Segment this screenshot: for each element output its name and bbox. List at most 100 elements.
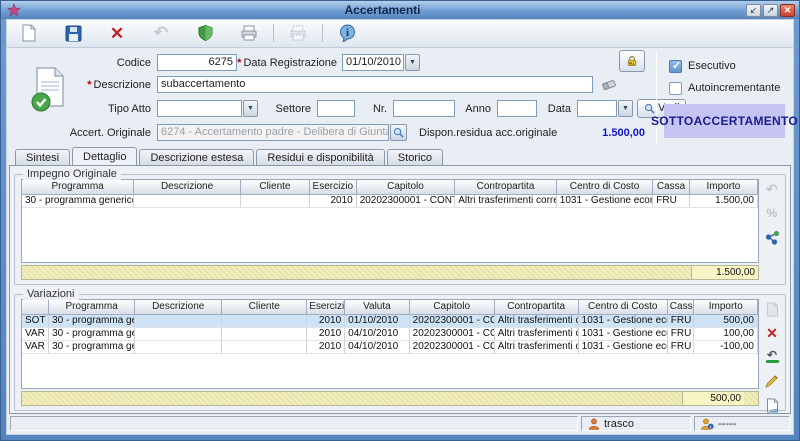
user-icon (588, 418, 600, 430)
tipo-atto-select[interactable] (157, 100, 242, 117)
variazioni-group: Variazioni Programma DescrizioneCliente … (14, 294, 786, 411)
svg-text:i: i (345, 27, 348, 39)
status-session-panel: i ----- (694, 416, 790, 431)
variazioni-table-header[interactable]: Programma DescrizioneCliente EsercizioVa… (22, 300, 758, 314)
dispon-residua-label: Dispon.residua acc.originale (419, 127, 579, 139)
anno-label: Anno (459, 103, 491, 115)
impegno-total-row: 1.500,00 (21, 265, 759, 280)
undo-icon[interactable]: ↶ (151, 23, 171, 43)
required-marker: * (237, 57, 241, 69)
save-icon[interactable] (63, 23, 83, 43)
magnifier-icon (393, 127, 404, 138)
status-user: trasco (604, 418, 634, 430)
lock-all-button[interactable]: ALL (619, 50, 645, 72)
tab-descrizione-estesa[interactable]: Descrizione estesa (139, 149, 254, 165)
accert-originale-search-button[interactable] (390, 124, 407, 141)
settore-input[interactable] (317, 100, 355, 117)
tab-dettaglio[interactable]: Dettaglio (72, 147, 137, 165)
codice-label: Codice (67, 57, 151, 69)
new-document-icon[interactable] (19, 23, 39, 43)
info-icon[interactable]: i (337, 23, 357, 43)
lock-all-badge: ALL (629, 61, 635, 65)
status-user-panel: trasco (581, 416, 691, 431)
variazioni-total-row: 500,00 (21, 391, 759, 406)
esecutivo-checkbox[interactable] (669, 60, 682, 73)
esecutivo-row: Esecutivo (669, 60, 736, 73)
autoincrementante-label: Autoincrementante (688, 82, 780, 94)
undo-rows-icon[interactable]: ↶ (764, 181, 780, 197)
new-variation-icon[interactable] (764, 301, 780, 317)
window-title: Accertamenti (21, 3, 744, 17)
table-row[interactable]: SOT30 - programma generico 201001/10/201… (22, 314, 758, 327)
impegno-total-importo: 1.500,00 (691, 266, 758, 279)
restore-icon[interactable]: ↶ (764, 349, 780, 365)
data-label: Data (543, 103, 571, 115)
security-shield-icon[interactable] (195, 23, 215, 43)
esecutivo-label: Esecutivo (688, 60, 736, 72)
duplicate-icon[interactable] (764, 397, 780, 413)
variazioni-table[interactable]: Programma DescrizioneCliente EsercizioVa… (21, 299, 759, 389)
data-registrazione-label: *Data Registrazione (212, 57, 337, 69)
titlebar[interactable]: Accertamenti ↙ ↗ ✕ (1, 1, 799, 19)
delete-variation-icon[interactable]: ✕ (764, 325, 780, 341)
variazioni-title: Variazioni (23, 288, 79, 300)
hierarchy-link-icon[interactable] (764, 229, 780, 245)
nr-label: Nr. (365, 103, 387, 115)
impegno-side-toolbar: ↶ % (762, 181, 782, 245)
settore-label: Settore (269, 103, 311, 115)
svg-text:i: i (710, 424, 711, 429)
table-row[interactable]: VAR30 - programma generico 201004/10/201… (22, 327, 758, 340)
header-form: Codice 6275 *Data Registrazione 01/10/20… (7, 48, 793, 147)
toolbar-separator (322, 24, 323, 42)
print-preview-icon[interactable] (288, 23, 308, 43)
tipo-atto-dropdown[interactable]: ▼ (243, 100, 258, 117)
window-body: ✕ ↶ i (6, 19, 794, 435)
tab-residui-disponibilita[interactable]: Residui e disponibilità (256, 149, 384, 165)
impegno-table[interactable]: ProgrammaDescrizione ClienteEsercizio Ca… (21, 179, 759, 263)
autoincrementante-checkbox[interactable] (669, 82, 682, 95)
delete-icon[interactable]: ✕ (107, 23, 127, 43)
dettaglio-panel: Impegno Originale ProgrammaDescrizione C… (9, 165, 791, 414)
toolbar: ✕ ↶ i (7, 20, 793, 48)
variazioni-side-toolbar: ✕ ↶ (762, 301, 782, 413)
data-input[interactable] (577, 100, 617, 117)
data-registrazione-dropdown[interactable]: ▼ (405, 54, 420, 71)
impegno-originale-title: Impegno Originale (23, 168, 121, 180)
sottoaccertamento-badge: SOTTOACCERTAMENTO (664, 104, 785, 138)
accert-originale-label: Accert. Originale (27, 127, 151, 139)
app-icon (7, 3, 21, 17)
user-info-icon: i (701, 418, 714, 430)
app-window: Accertamenti ↙ ↗ ✕ ✕ ↶ (0, 0, 800, 441)
nr-input[interactable] (393, 100, 455, 117)
autoincrementante-row: Autoincrementante (669, 82, 780, 95)
accert-originale-input[interactable]: 6274 - Accertamento padre - Delibera di … (157, 124, 389, 141)
impegno-originale-group: Impegno Originale ProgrammaDescrizione C… (14, 174, 786, 285)
close-button[interactable]: ✕ (780, 4, 795, 17)
data-registrazione-input[interactable]: 01/10/2010 (342, 54, 404, 71)
tipo-atto-label: Tipo Atto (67, 103, 151, 115)
tab-storico[interactable]: Storico (387, 149, 443, 165)
minimize-button[interactable]: ↙ (746, 4, 761, 17)
variazioni-total-importo: 500,00 (682, 392, 744, 405)
status-message-panel (10, 416, 578, 431)
descrizione-label: *Descrizione (67, 79, 151, 91)
document-check-icon (29, 66, 69, 117)
anno-input[interactable] (497, 100, 537, 117)
magnifier-icon (644, 103, 655, 114)
eraser-icon[interactable] (599, 75, 619, 95)
form-separator (656, 52, 657, 145)
percent-icon[interactable]: % (764, 205, 780, 221)
tab-sintesi[interactable]: Sintesi (15, 149, 70, 165)
table-row[interactable]: 30 - programma generico 2010 20202300001… (22, 194, 758, 207)
table-row[interactable]: VAR30 - programma generico 201004/10/201… (22, 340, 758, 353)
tabstrip: Sintesi Dettaglio Descrizione estesa Res… (7, 147, 793, 165)
maximize-button[interactable]: ↗ (763, 4, 778, 17)
impegno-table-header[interactable]: ProgrammaDescrizione ClienteEsercizio Ca… (22, 180, 758, 194)
print-icon[interactable] (239, 23, 259, 43)
status-session: ----- (718, 418, 736, 430)
descrizione-input[interactable]: subaccertamento (157, 76, 593, 93)
dispon-residua-value: 1.500,00 (567, 127, 645, 139)
edit-pencil-icon[interactable] (764, 373, 780, 389)
toolbar-separator (273, 24, 274, 42)
data-dropdown[interactable]: ▼ (618, 100, 633, 117)
